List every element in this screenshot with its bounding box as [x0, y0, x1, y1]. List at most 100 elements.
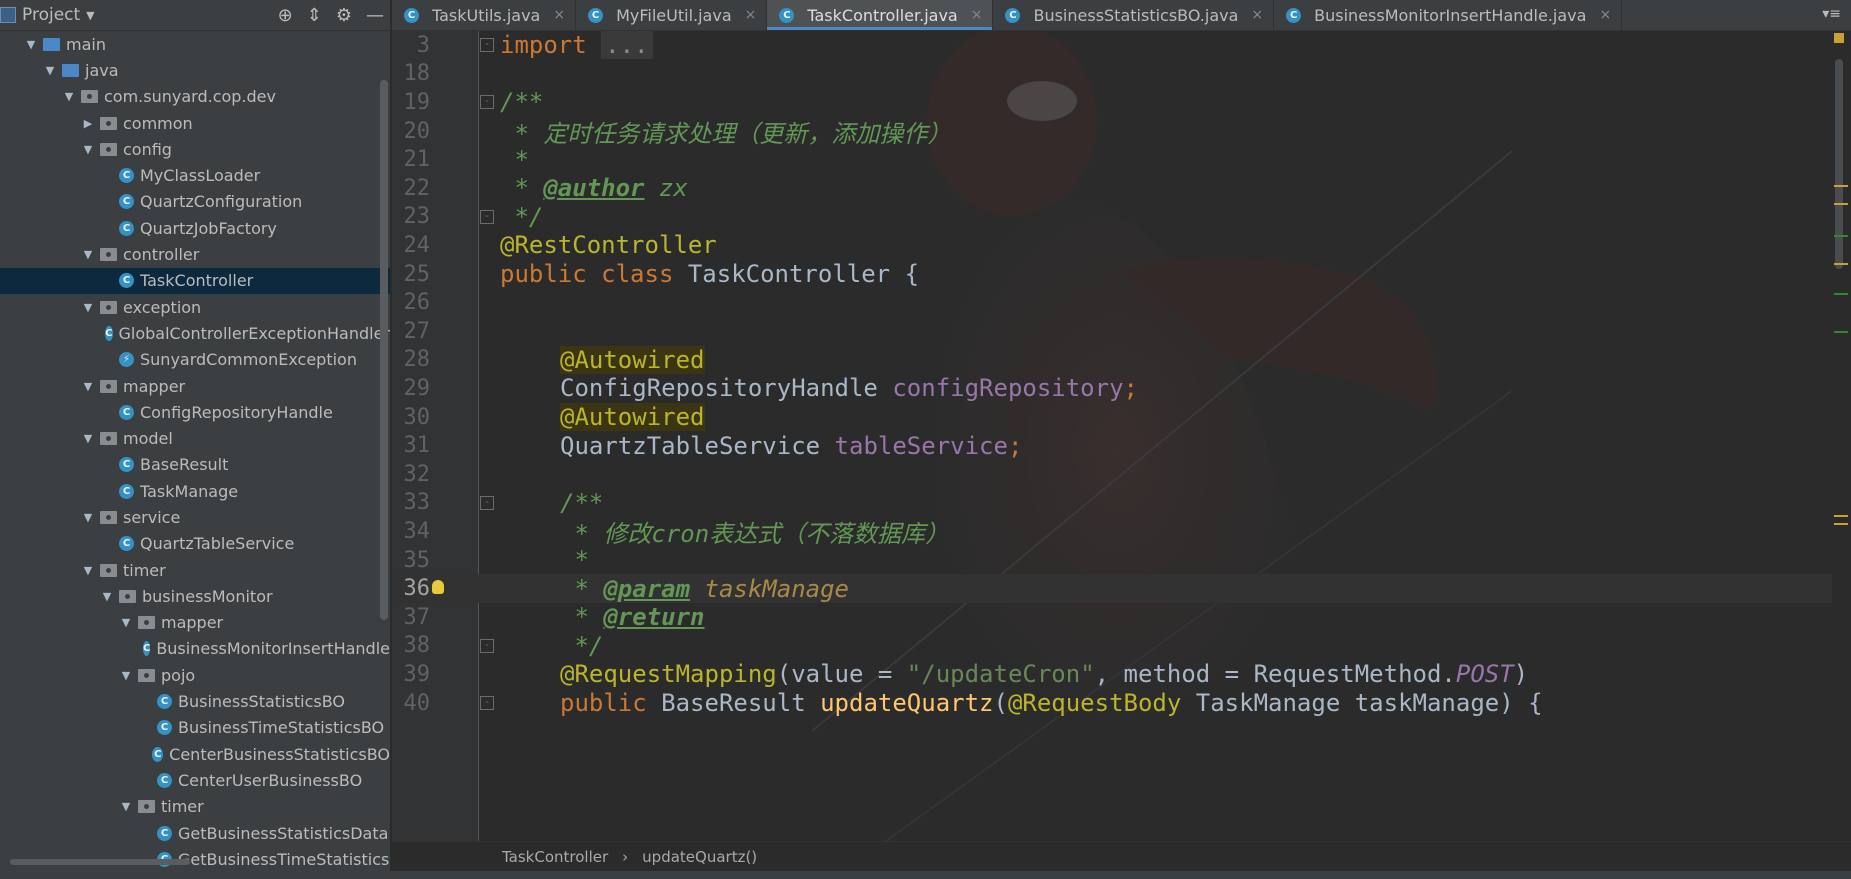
tree-item[interactable]: ▼ timer [0, 557, 390, 583]
code-line[interactable]: 26 [392, 288, 1832, 317]
expand-arrow-down-icon[interactable]: ▼ [80, 511, 96, 524]
tree-item[interactable]: ⚡ SunyardCommonException [0, 347, 390, 373]
tree-item[interactable]: ▼ mapper [0, 610, 390, 636]
expand-arrow-down-icon[interactable]: ▼ [80, 380, 96, 393]
expand-arrow-down-icon[interactable]: ▼ [118, 616, 134, 629]
collapse-all-icon[interactable]: ⇕ [307, 5, 322, 26]
code-line[interactable]: 34 * 修改cron表达式（不落数据库） [392, 517, 1832, 548]
close-tab-icon[interactable]: × [553, 7, 565, 23]
expand-arrow-down-icon[interactable]: ▼ [80, 248, 96, 261]
code-line[interactable]: 35 * [392, 546, 1832, 575]
project-view-selector[interactable]: Project ▼ [0, 5, 95, 25]
tree-item[interactable]: C MyClassLoader [0, 162, 390, 188]
change-marker[interactable] [1834, 235, 1848, 237]
code-line[interactable]: 30 @Autowired [392, 403, 1832, 432]
code-line[interactable]: 33 - /** [392, 489, 1832, 518]
tree-item[interactable]: C TaskController [0, 267, 390, 294]
code-line[interactable]: 38 - */ [392, 632, 1832, 661]
tree-item[interactable]: ▼ exception [0, 294, 390, 320]
fold-marker-icon[interactable]: - [480, 638, 494, 653]
expand-arrow-down-icon[interactable]: ▼ [99, 590, 115, 603]
tree-item[interactable]: ▼ timer [0, 794, 390, 820]
close-tab-icon[interactable]: × [1251, 7, 1263, 23]
tree-item[interactable]: ▼ main [0, 31, 390, 57]
expand-arrow-down-icon[interactable]: ▼ [80, 564, 96, 577]
tree-item[interactable]: ▼ config [0, 136, 390, 162]
tree-item[interactable]: C GlobalControllerExceptionHandler [0, 320, 390, 346]
gear-icon[interactable]: ⚙ [336, 5, 352, 26]
warning-marker[interactable] [1834, 185, 1848, 187]
tree-item[interactable]: C BaseResult [0, 452, 390, 478]
tree-item[interactable]: ▼ com.sunyard.cop.dev [0, 84, 390, 110]
tree-item[interactable]: ▶ common [0, 110, 390, 136]
tree-item[interactable]: C TaskManage [0, 478, 390, 504]
warning-marker[interactable] [1834, 515, 1848, 517]
tree-item[interactable]: ▼ controller [0, 241, 390, 267]
tree-item[interactable]: ▼ java [0, 57, 390, 83]
inspection-status-icon[interactable] [1834, 33, 1844, 43]
code-line[interactable]: 22 * @author zx [392, 174, 1832, 203]
tab-list-menu-icon[interactable]: ▾≡ [1822, 6, 1841, 22]
code-line[interactable]: 18 [392, 60, 1832, 89]
warning-marker[interactable] [1834, 263, 1848, 265]
intention-bulb-icon[interactable] [432, 580, 444, 595]
tree-item[interactable]: C BusinessTimeStatisticsBO [0, 715, 390, 741]
fold-marker-icon[interactable]: - [480, 209, 494, 224]
editor-tab[interactable]: C TaskUtils.java × [392, 0, 577, 30]
editor-error-stripe[interactable] [1832, 31, 1851, 841]
expand-arrow-down-icon[interactable]: ▼ [80, 301, 96, 314]
tree-item[interactable]: C QuartzConfiguration [0, 189, 390, 215]
fold-marker-icon[interactable]: - [480, 38, 494, 53]
tree-item[interactable]: C QuartzJobFactory [0, 215, 390, 241]
breadcrumb-method[interactable]: updateQuartz() [642, 848, 757, 866]
code-line[interactable]: 24 @RestController [392, 231, 1832, 260]
code-line[interactable]: 25 public class TaskController { [392, 260, 1832, 289]
expand-arrow-down-icon[interactable]: ▼ [23, 38, 39, 51]
code-line[interactable]: 19 -/** [392, 88, 1832, 117]
editor-tab[interactable]: C BusinessStatisticsBO.java × [993, 0, 1275, 30]
hide-panel-icon[interactable]: — [366, 5, 384, 26]
code-line[interactable]: 36 * @param taskManage [392, 574, 1832, 603]
expand-arrow-down-icon[interactable]: ▼ [118, 669, 134, 682]
expand-arrow-down-icon[interactable]: ▼ [118, 800, 134, 813]
change-marker[interactable] [1834, 331, 1848, 333]
close-tab-icon[interactable]: × [971, 7, 983, 23]
locate-file-icon[interactable]: ⊕ [278, 5, 293, 26]
editor-scrollbar-thumb[interactable] [1835, 59, 1843, 269]
tree-item[interactable]: ▼ businessMonitor [0, 583, 390, 609]
fold-marker-icon[interactable]: - [480, 696, 494, 711]
editor-tab[interactable]: C TaskController.java × [767, 0, 994, 30]
change-marker[interactable] [1834, 293, 1848, 295]
code-line[interactable]: 32 [392, 460, 1832, 489]
project-tree-scrollbar[interactable] [380, 80, 388, 620]
editor-tab[interactable]: C MyFileUtil.java × [576, 0, 768, 30]
project-tree-horizontal-scrollbar[interactable] [10, 859, 190, 865]
tree-item[interactable]: ▼ model [0, 425, 390, 451]
breadcrumb-class[interactable]: TaskController [502, 848, 608, 866]
code-editor[interactable]: 3- import ... 18 19-/** 20 * 定时任务请求处理（更新，添加操… [392, 31, 1832, 841]
expand-arrow-right-icon[interactable]: ▶ [80, 117, 96, 130]
tree-item[interactable]: C GetBusinessStatisticsData [0, 820, 390, 846]
warning-marker[interactable] [1834, 203, 1848, 205]
expand-arrow-down-icon[interactable]: ▼ [80, 143, 96, 156]
tree-item[interactable]: C ConfigRepositoryHandle [0, 399, 390, 425]
code-line[interactable]: 28 @Autowired [392, 345, 1832, 375]
code-line[interactable]: 20 * 定时任务请求处理（更新，添加操作） [392, 117, 1832, 148]
editor-tab[interactable]: C BusinessMonitorInsertHandle.java × [1274, 0, 1623, 30]
code-line[interactable]: 3 - import ... [392, 31, 1832, 60]
code-line[interactable]: 27 [392, 317, 1832, 346]
tree-item[interactable]: C CenterBusinessStatisticsBO [0, 741, 390, 767]
tree-item[interactable]: ▼ pojo [0, 662, 390, 688]
tree-item[interactable]: C QuartzTableService [0, 531, 390, 557]
close-tab-icon[interactable]: × [1599, 7, 1611, 23]
code-line[interactable]: 31 QuartzTableService tableService; [392, 431, 1832, 460]
fold-marker-icon[interactable]: - [480, 95, 494, 110]
fold-marker-icon[interactable]: - [480, 495, 494, 510]
expand-arrow-down-icon[interactable]: ▼ [80, 432, 96, 445]
expand-arrow-down-icon[interactable]: ▼ [61, 90, 77, 103]
code-line[interactable]: 40 - public BaseResult updateQuartz(@Reque… [392, 689, 1832, 718]
tree-item[interactable]: C BusinessMonitorInsertHandle [0, 636, 390, 662]
close-tab-icon[interactable]: × [745, 7, 757, 23]
code-line[interactable]: 39 @RequestMapping(value = "/updateCron",… [392, 660, 1832, 689]
code-line[interactable]: 29 ConfigRepositoryHandle configRepositor… [392, 374, 1832, 403]
